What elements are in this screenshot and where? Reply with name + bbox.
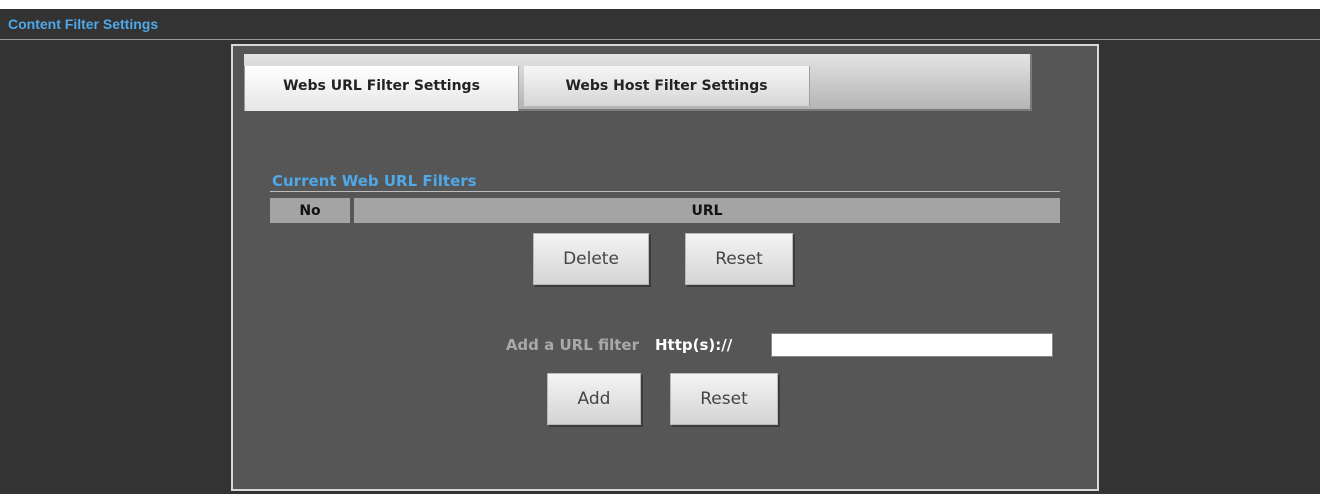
url-prefix-label: Http(s):// — [655, 336, 733, 354]
reset-list-button[interactable]: Reset — [685, 233, 793, 285]
table-header: No URL — [270, 198, 1060, 223]
add-url-filter-label: Add a URL filter — [505, 336, 639, 354]
top-strip — [0, 0, 1320, 9]
page-title: Content Filter Settings — [8, 16, 159, 32]
section-title: Current Web URL Filters — [272, 172, 477, 190]
section-divider — [270, 191, 1060, 192]
filter-panel: Webs URL Filter Settings Webs Host Filte… — [231, 44, 1099, 491]
add-button[interactable]: Add — [547, 373, 641, 425]
tab-webs-host-filter[interactable]: Webs Host Filter Settings — [524, 66, 810, 106]
tab-webs-url-filter[interactable]: Webs URL Filter Settings — [244, 66, 519, 111]
tab-bar: Webs URL Filter Settings Webs Host Filte… — [244, 54, 1032, 111]
column-header-url: URL — [354, 198, 1060, 223]
column-header-no: No — [270, 198, 350, 223]
reset-form-button[interactable]: Reset — [670, 373, 778, 425]
header-divider — [0, 39, 1320, 40]
page: Content Filter Settings Webs URL Filter … — [0, 0, 1320, 494]
delete-button[interactable]: Delete — [533, 233, 649, 285]
url-filter-input[interactable] — [771, 333, 1053, 357]
